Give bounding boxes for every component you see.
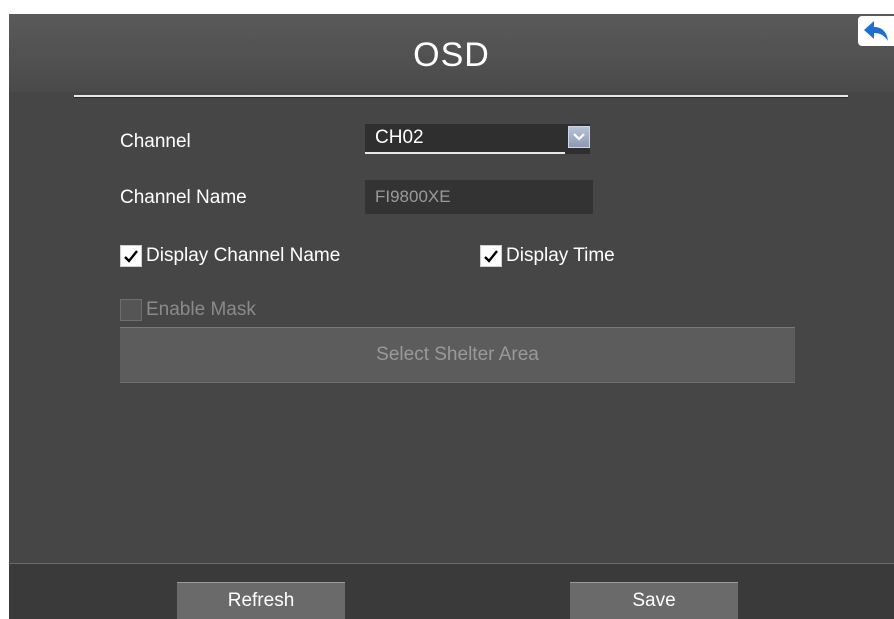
display-time-option[interactable]: Display Time — [480, 245, 615, 267]
enable-mask-label: Enable Mask — [146, 299, 256, 320]
refresh-button[interactable]: Refresh — [177, 582, 345, 619]
display-channel-name-label: Display Channel Name — [146, 245, 341, 266]
channel-dropdown-button[interactable] — [568, 126, 590, 148]
check-icon — [484, 250, 498, 263]
channel-label: Channel — [120, 131, 191, 152]
channel-select[interactable]: CH02 — [365, 124, 590, 154]
channel-name-label: Channel Name — [120, 187, 247, 208]
display-time-label: Display Time — [506, 245, 615, 266]
enable-mask-checkbox[interactable] — [120, 299, 142, 321]
chevron-down-icon — [573, 133, 585, 141]
channel-select-value: CH02 — [375, 127, 424, 148]
title-divider — [74, 95, 848, 98]
dialog-footer: Refresh Save — [9, 563, 894, 619]
back-arrow-icon — [864, 21, 888, 41]
enable-mask-option[interactable]: Enable Mask — [120, 299, 256, 321]
display-channel-name-checkbox[interactable] — [120, 245, 142, 267]
check-icon — [124, 250, 138, 263]
display-channel-name-option[interactable]: Display Channel Name — [120, 245, 340, 267]
save-button[interactable]: Save — [570, 582, 738, 619]
dialog-header: OSD — [9, 14, 894, 92]
display-time-checkbox[interactable] — [480, 245, 502, 267]
channel-name-input[interactable] — [365, 180, 593, 214]
select-shelter-area-button[interactable]: Select Shelter Area — [120, 327, 795, 383]
channel-select-underline — [365, 152, 565, 154]
page-title: OSD — [413, 36, 490, 74]
osd-dialog: OSD Channel CH02 Channel Name Display Ch… — [9, 14, 894, 619]
back-button[interactable] — [858, 16, 894, 46]
